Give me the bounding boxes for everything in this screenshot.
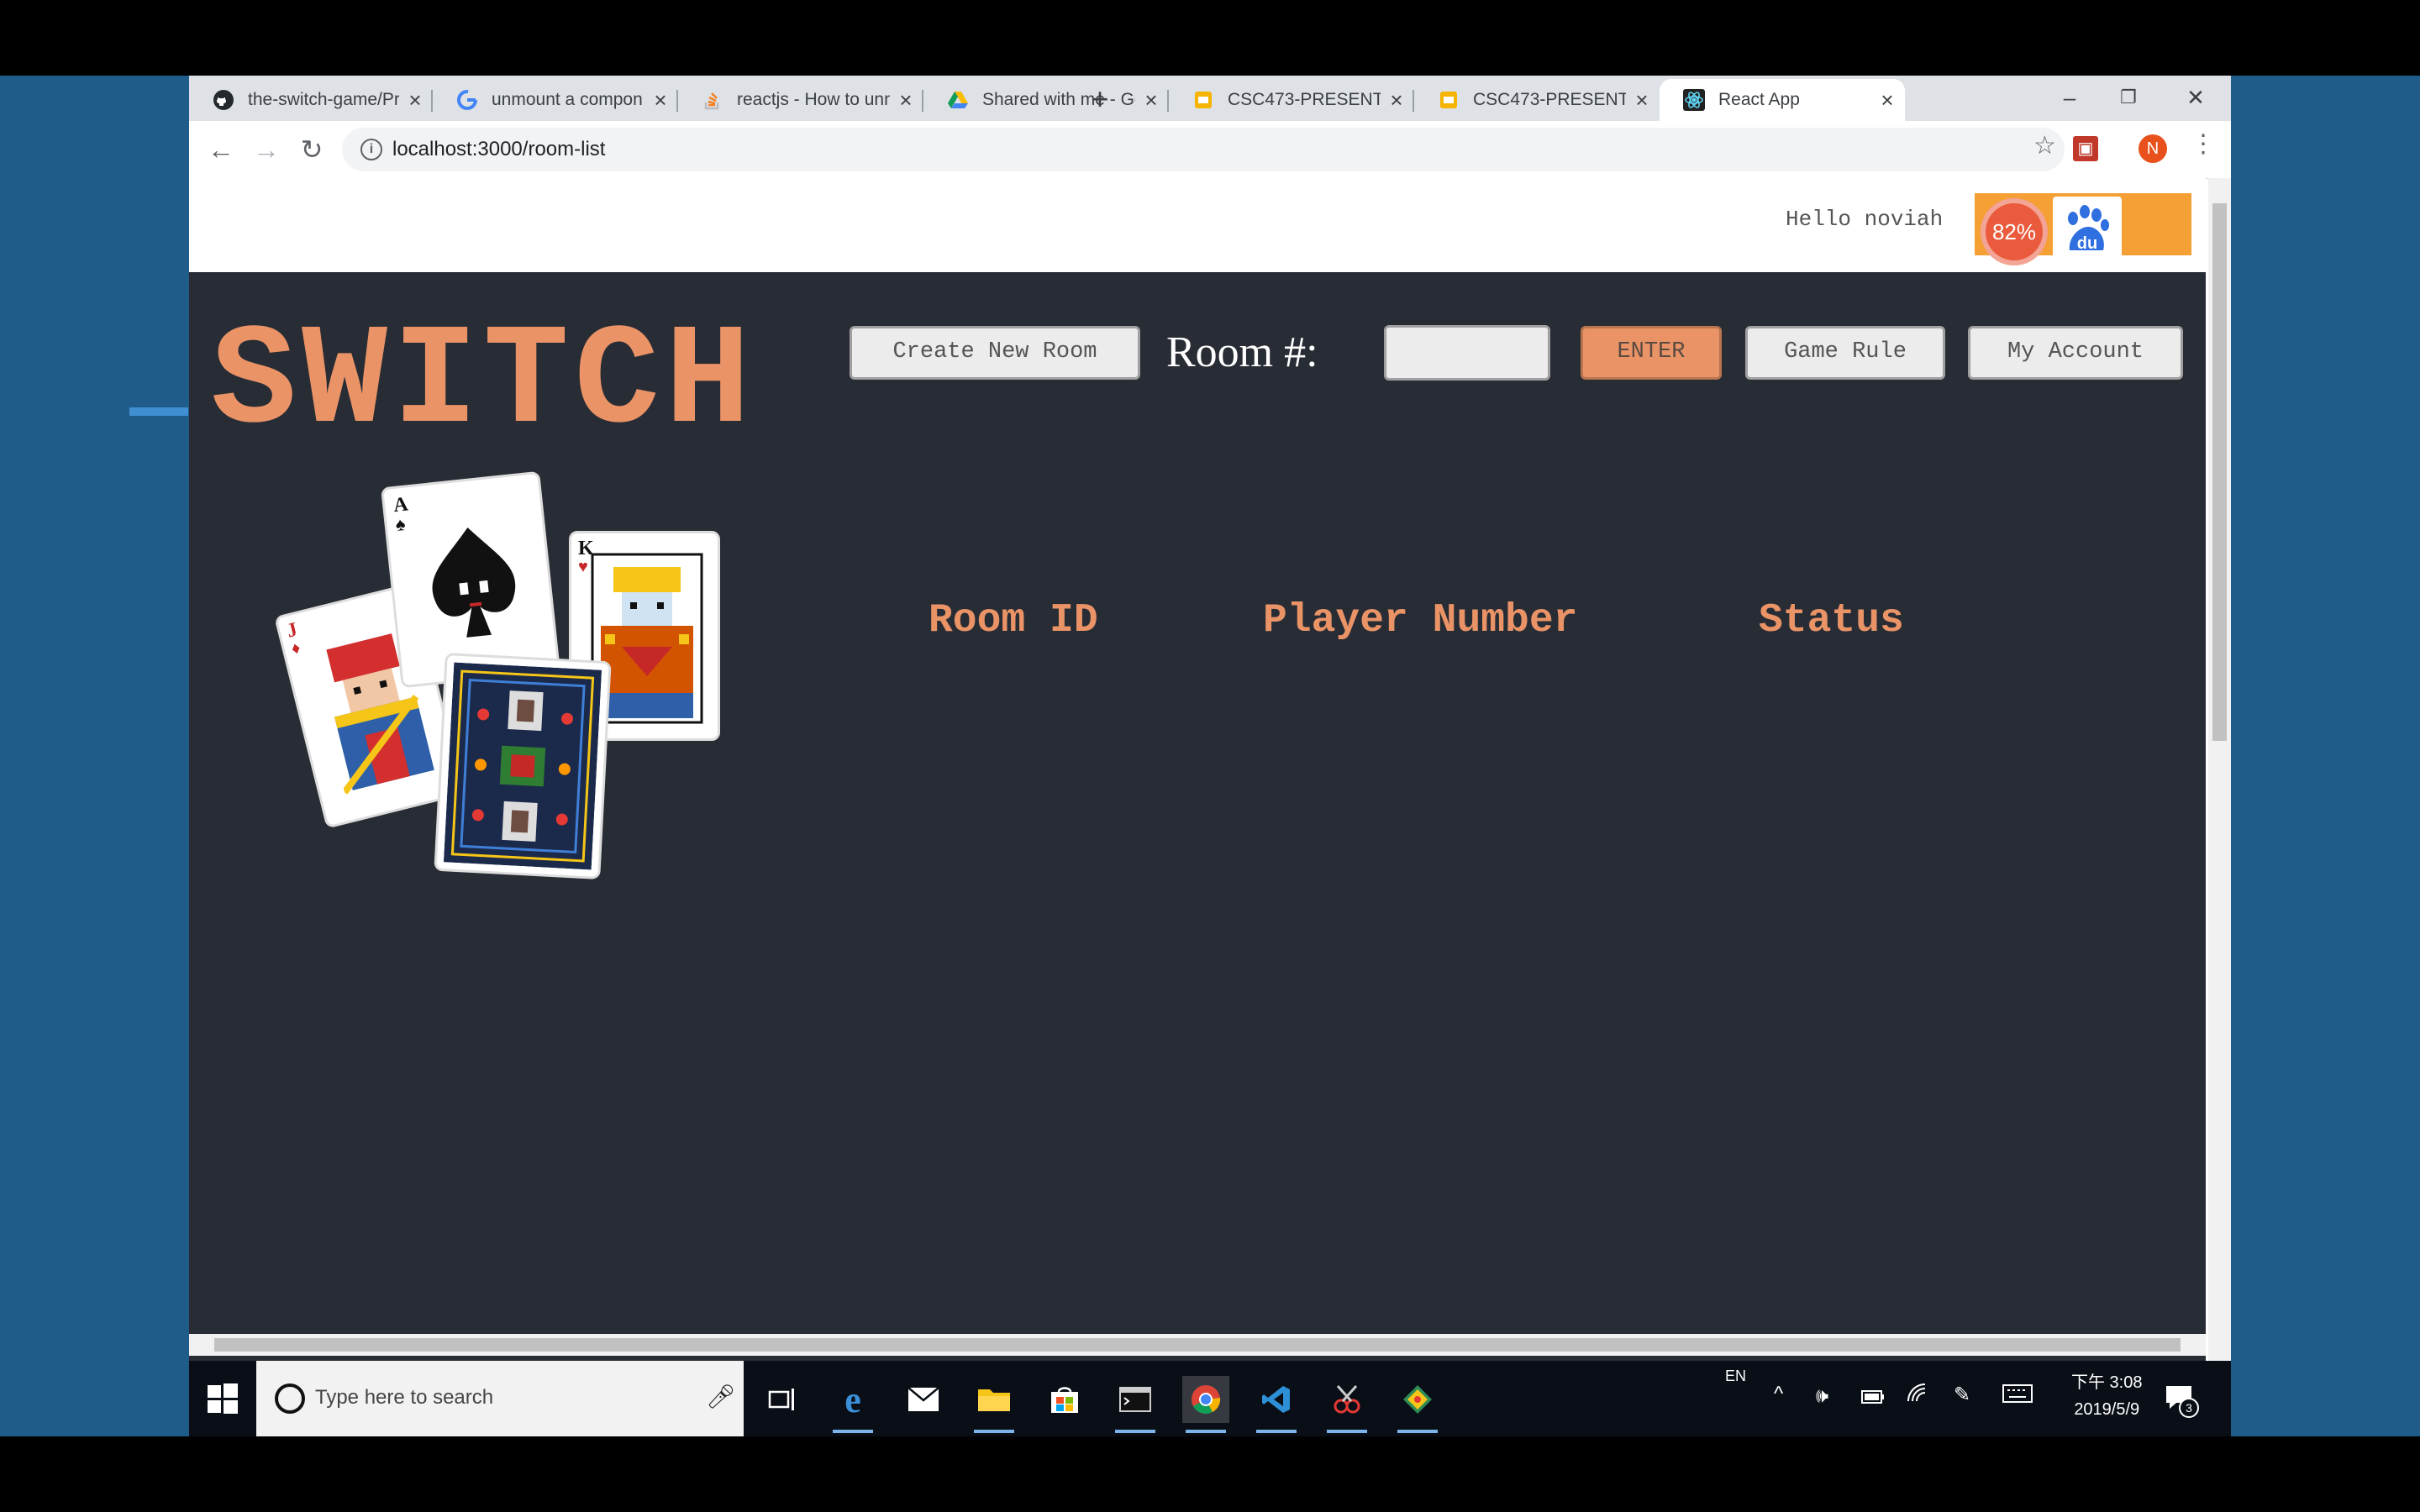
tab-close-icon[interactable]: ×: [897, 87, 915, 113]
volume-icon[interactable]: 🕪︎: [1816, 1384, 1828, 1408]
google-slides-icon: [1192, 89, 1214, 111]
tab-close-icon[interactable]: ×: [1387, 87, 1406, 113]
taskbar-clock[interactable]: 下午 3:08 2019/5/9: [2071, 1369, 2142, 1423]
horizontal-scrollbar[interactable]: [189, 1334, 2206, 1356]
back-arrow-icon[interactable]: ←: [201, 129, 241, 170]
windows-start-icon[interactable]: [208, 1383, 238, 1414]
task-view-icon[interactable]: [759, 1376, 806, 1423]
notification-count-badge: 3: [2179, 1398, 2199, 1418]
search-placeholder: Type here to search: [315, 1386, 494, 1409]
battery-icon[interactable]: [1861, 1386, 1885, 1410]
microphone-icon[interactable]: 🎤︎: [706, 1383, 736, 1410]
cortana-icon: [275, 1383, 305, 1414]
react-icon: [1683, 89, 1705, 111]
forward-arrow-icon[interactable]: →: [246, 129, 287, 170]
baidu-paw-icon[interactable]: du: [2053, 197, 2122, 265]
github-icon: [213, 89, 234, 111]
tab-title: CSC473-PRESENT#7: [1473, 90, 1626, 109]
chrome-icon[interactable]: [1182, 1376, 1229, 1433]
extension-icon[interactable]: ▣: [2073, 136, 2098, 161]
playing-cards-illustration: J ♦ A ♠ K ♥: [273, 470, 744, 899]
google-drive-icon: [947, 89, 969, 111]
vertical-scrollbar[interactable]: [2208, 178, 2231, 1436]
tab-close-icon[interactable]: ×: [1142, 87, 1160, 113]
profile-avatar[interactable]: N: [2139, 134, 2167, 163]
pen-workspace-icon[interactable]: ✎: [1954, 1383, 1970, 1407]
restore-icon[interactable]: ❐: [2103, 81, 2154, 114]
close-window-icon[interactable]: ✕: [2170, 81, 2221, 114]
tab-close-icon[interactable]: ×: [406, 87, 424, 113]
vscode-icon[interactable]: [1253, 1376, 1300, 1433]
greeting-text: Hello noviah: [1786, 207, 1944, 232]
column-header-status: Status: [1759, 598, 1904, 643]
browser-tab[interactable]: CSC473-PRESENT#7 ×: [1414, 79, 1660, 121]
tab-title: reactjs - How to unn: [737, 90, 890, 109]
mail-icon[interactable]: [900, 1376, 947, 1423]
browser-tab[interactable]: Shared with me - Go ×: [923, 79, 1169, 121]
tab-close-icon[interactable]: ×: [1878, 87, 1897, 113]
my-account-button[interactable]: My Account: [1968, 326, 2183, 380]
enter-button[interactable]: ENTER: [1581, 326, 1722, 380]
web-page: Hello noviah 82% du SWITCH Create New Ro…: [189, 178, 2206, 1436]
wifi-icon[interactable]: [1907, 1383, 1930, 1409]
horizontal-scroll-thumb[interactable]: [214, 1338, 2181, 1352]
app-logo: SWITCH: [211, 302, 756, 465]
time-text: 下午 3:08: [2071, 1373, 2143, 1392]
slide-accent-line: [129, 407, 188, 416]
tab-strip: the-switch-game/Pr × unmount a compon × …: [189, 76, 2231, 121]
show-hidden-icons-chevron-icon[interactable]: ^: [1774, 1383, 1783, 1406]
tab-title: CSC473-PRESENT#6: [1228, 90, 1381, 109]
google-slides-icon: [1438, 89, 1460, 111]
address-bar[interactable]: i localhost:3000/room-list: [342, 128, 2065, 171]
app-top-bar: Hello noviah 82% du: [189, 178, 2206, 272]
room-number-label: Room #:: [1166, 328, 1318, 376]
minimize-icon[interactable]: –: [2044, 81, 2095, 114]
taskbar-search-box[interactable]: Type here to search 🎤︎: [256, 1361, 744, 1436]
vertical-scroll-thumb[interactable]: [2212, 203, 2227, 741]
tab-title: React App: [1718, 90, 1800, 109]
performance-badge[interactable]: 82%: [1981, 198, 2048, 265]
browser-tab[interactable]: unmount a compon ×: [433, 79, 678, 121]
date-text: 2019/5/9: [2074, 1400, 2140, 1419]
column-header-player-number: Player Number: [1263, 598, 1578, 643]
tab-title: unmount a compon: [492, 90, 643, 109]
browser-tab[interactable]: the-switch-game/Pr ×: [189, 79, 433, 121]
bookmark-star-icon[interactable]: ☆: [2033, 131, 2056, 160]
browser-menu-icon[interactable]: ⋮: [2191, 129, 2216, 159]
browser-tab[interactable]: reactjs - How to unn ×: [678, 79, 923, 121]
microsoft-store-icon[interactable]: [1041, 1376, 1088, 1423]
terminal-icon[interactable]: [1112, 1376, 1159, 1433]
new-tab-plus-icon[interactable]: +: [1081, 81, 1118, 118]
tab-title: the-switch-game/Pr: [248, 90, 399, 109]
snipping-tool-icon[interactable]: [1323, 1376, 1370, 1433]
google-icon: [456, 89, 478, 111]
reload-icon[interactable]: ↻: [292, 129, 332, 170]
url-text: localhost:3000/room-list: [392, 138, 606, 160]
card-back-pacman-card: [434, 652, 612, 880]
file-explorer-icon[interactable]: [971, 1376, 1018, 1433]
browser-tab-active[interactable]: React App ×: [1660, 79, 1905, 121]
tab-close-icon[interactable]: ×: [651, 87, 670, 113]
browser-window: the-switch-game/Pr × unmount a compon × …: [189, 76, 2231, 1436]
browser-tab[interactable]: CSC473-PRESENT#6 ×: [1169, 79, 1414, 121]
svg-text:du: du: [2077, 234, 2097, 253]
notification-center-icon[interactable]: 3: [2164, 1379, 2199, 1418]
game-rule-button[interactable]: Game Rule: [1745, 326, 1945, 380]
create-new-room-button[interactable]: Create New Room: [850, 326, 1140, 380]
language-indicator[interactable]: EN: [1725, 1368, 1746, 1385]
taskbar-bar: Type here to search 🎤︎ e EN ^ 🕪︎ ✎ 下午 3:…: [189, 1361, 2231, 1436]
site-info-icon[interactable]: i: [360, 139, 382, 160]
column-header-room-id: Room ID: [929, 598, 1098, 643]
presentation-background: the-switch-game/Pr × unmount a compon × …: [0, 76, 2420, 1436]
room-number-input[interactable]: [1384, 325, 1550, 381]
windows-taskbar: Type here to search 🎤︎ e EN ^ 🕪︎ ✎ 下午 3:…: [0, 1361, 2420, 1436]
stackoverflow-icon: [702, 89, 723, 111]
browser-toolbar: ← → ↻ i localhost:3000/room-list ☆ ▣ N ⋮: [189, 121, 2231, 179]
touch-keyboard-icon[interactable]: [2002, 1384, 2033, 1409]
git-kraken-icon[interactable]: [1394, 1376, 1441, 1433]
edge-browser-icon[interactable]: e: [829, 1376, 876, 1433]
tab-close-icon[interactable]: ×: [1633, 87, 1651, 113]
